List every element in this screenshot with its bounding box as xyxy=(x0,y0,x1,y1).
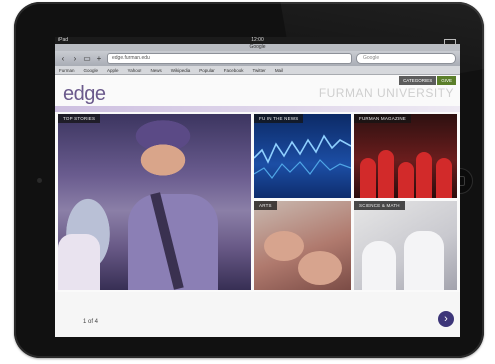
share-icon[interactable]: + xyxy=(95,54,103,63)
photo-hand xyxy=(298,251,342,285)
bookmarks-icon[interactable]: ▭ xyxy=(83,54,91,63)
tile-label: SCIENCE & MATH xyxy=(354,201,405,210)
web-page: CATEGORIES GIVE edge FURMAN UNIVERSITY T… xyxy=(55,75,460,337)
forward-icon[interactable]: › xyxy=(71,54,79,63)
back-icon[interactable]: ‹ xyxy=(59,54,67,63)
search-field[interactable]: Google xyxy=(356,53,456,64)
photo-figure xyxy=(360,158,376,198)
bookmark-item[interactable]: Wikipedia xyxy=(171,68,191,73)
tile-top-stories[interactable]: TOP STORIES xyxy=(58,114,251,290)
tile-label: FURMAN MAGAZINE xyxy=(354,114,412,123)
tile-fu-in-the-news[interactable]: FU IN THE NEWS xyxy=(254,114,351,198)
status-bar: iPad 12:00 xyxy=(55,37,460,45)
bookmark-item[interactable]: Google xyxy=(84,68,99,73)
bookmark-item[interactable]: Facebook xyxy=(224,68,244,73)
status-time: 12:00 xyxy=(251,37,264,43)
tile-arts[interactable]: ARTS xyxy=(254,201,351,290)
bookmark-item[interactable]: Furman xyxy=(59,68,75,73)
categories-link[interactable]: CATEGORIES xyxy=(399,76,437,85)
tile-label: ARTS xyxy=(254,201,277,210)
url-field[interactable]: edge.furman.edu xyxy=(107,53,352,64)
tile-furman-magazine[interactable]: FURMAN MAGAZINE xyxy=(354,114,457,198)
ipad-device: iPad 12:00 Google ‹ › ▭ + edge.furman.ed… xyxy=(14,2,484,358)
bookmark-item[interactable]: Apple xyxy=(107,68,119,73)
camera-icon xyxy=(37,178,42,183)
tile-science-math[interactable]: SCIENCE & MATH xyxy=(354,201,457,290)
site-nav: CATEGORIES GIVE xyxy=(399,76,456,85)
browser-toolbar: ‹ › ▭ + edge.furman.edu Google xyxy=(55,51,460,66)
site-logo[interactable]: edge xyxy=(63,83,106,106)
photo-figure xyxy=(404,231,444,290)
photo-figure xyxy=(362,241,396,290)
chevron-right-icon: › xyxy=(444,313,448,325)
photo-figure xyxy=(398,162,414,198)
photo-figure xyxy=(378,150,394,198)
photo-figure xyxy=(416,152,432,198)
ipad-screen: iPad 12:00 Google ‹ › ▭ + edge.furman.ed… xyxy=(55,37,460,337)
bookmark-item[interactable]: Mail xyxy=(275,68,283,73)
bookmark-item[interactable]: News xyxy=(150,68,161,73)
tile-label: FU IN THE NEWS xyxy=(254,114,304,123)
university-name: FURMAN UNIVERSITY xyxy=(318,86,454,100)
photo-hand xyxy=(264,231,304,261)
bookmarks-bar: Furman Google Apple Yahoo! News Wikipedi… xyxy=(55,66,460,75)
tile-label: TOP STORIES xyxy=(58,114,101,123)
give-link[interactable]: GIVE xyxy=(437,76,456,85)
stock-chart-graphic xyxy=(254,134,351,179)
browser-title: Google xyxy=(55,44,460,51)
header-strip xyxy=(55,106,460,112)
page-footer: 1 of 4 › xyxy=(55,292,460,337)
photo-figure xyxy=(436,158,452,198)
bookmark-item[interactable]: Popular xyxy=(199,68,215,73)
battery-icon xyxy=(444,39,456,45)
bookmark-item[interactable]: Yahoo! xyxy=(128,68,142,73)
bookmark-item[interactable]: Twitter xyxy=(253,68,266,73)
photo-person xyxy=(58,234,100,290)
page-counter: 1 of 4 xyxy=(83,319,99,325)
next-page-button[interactable]: › xyxy=(438,311,454,327)
